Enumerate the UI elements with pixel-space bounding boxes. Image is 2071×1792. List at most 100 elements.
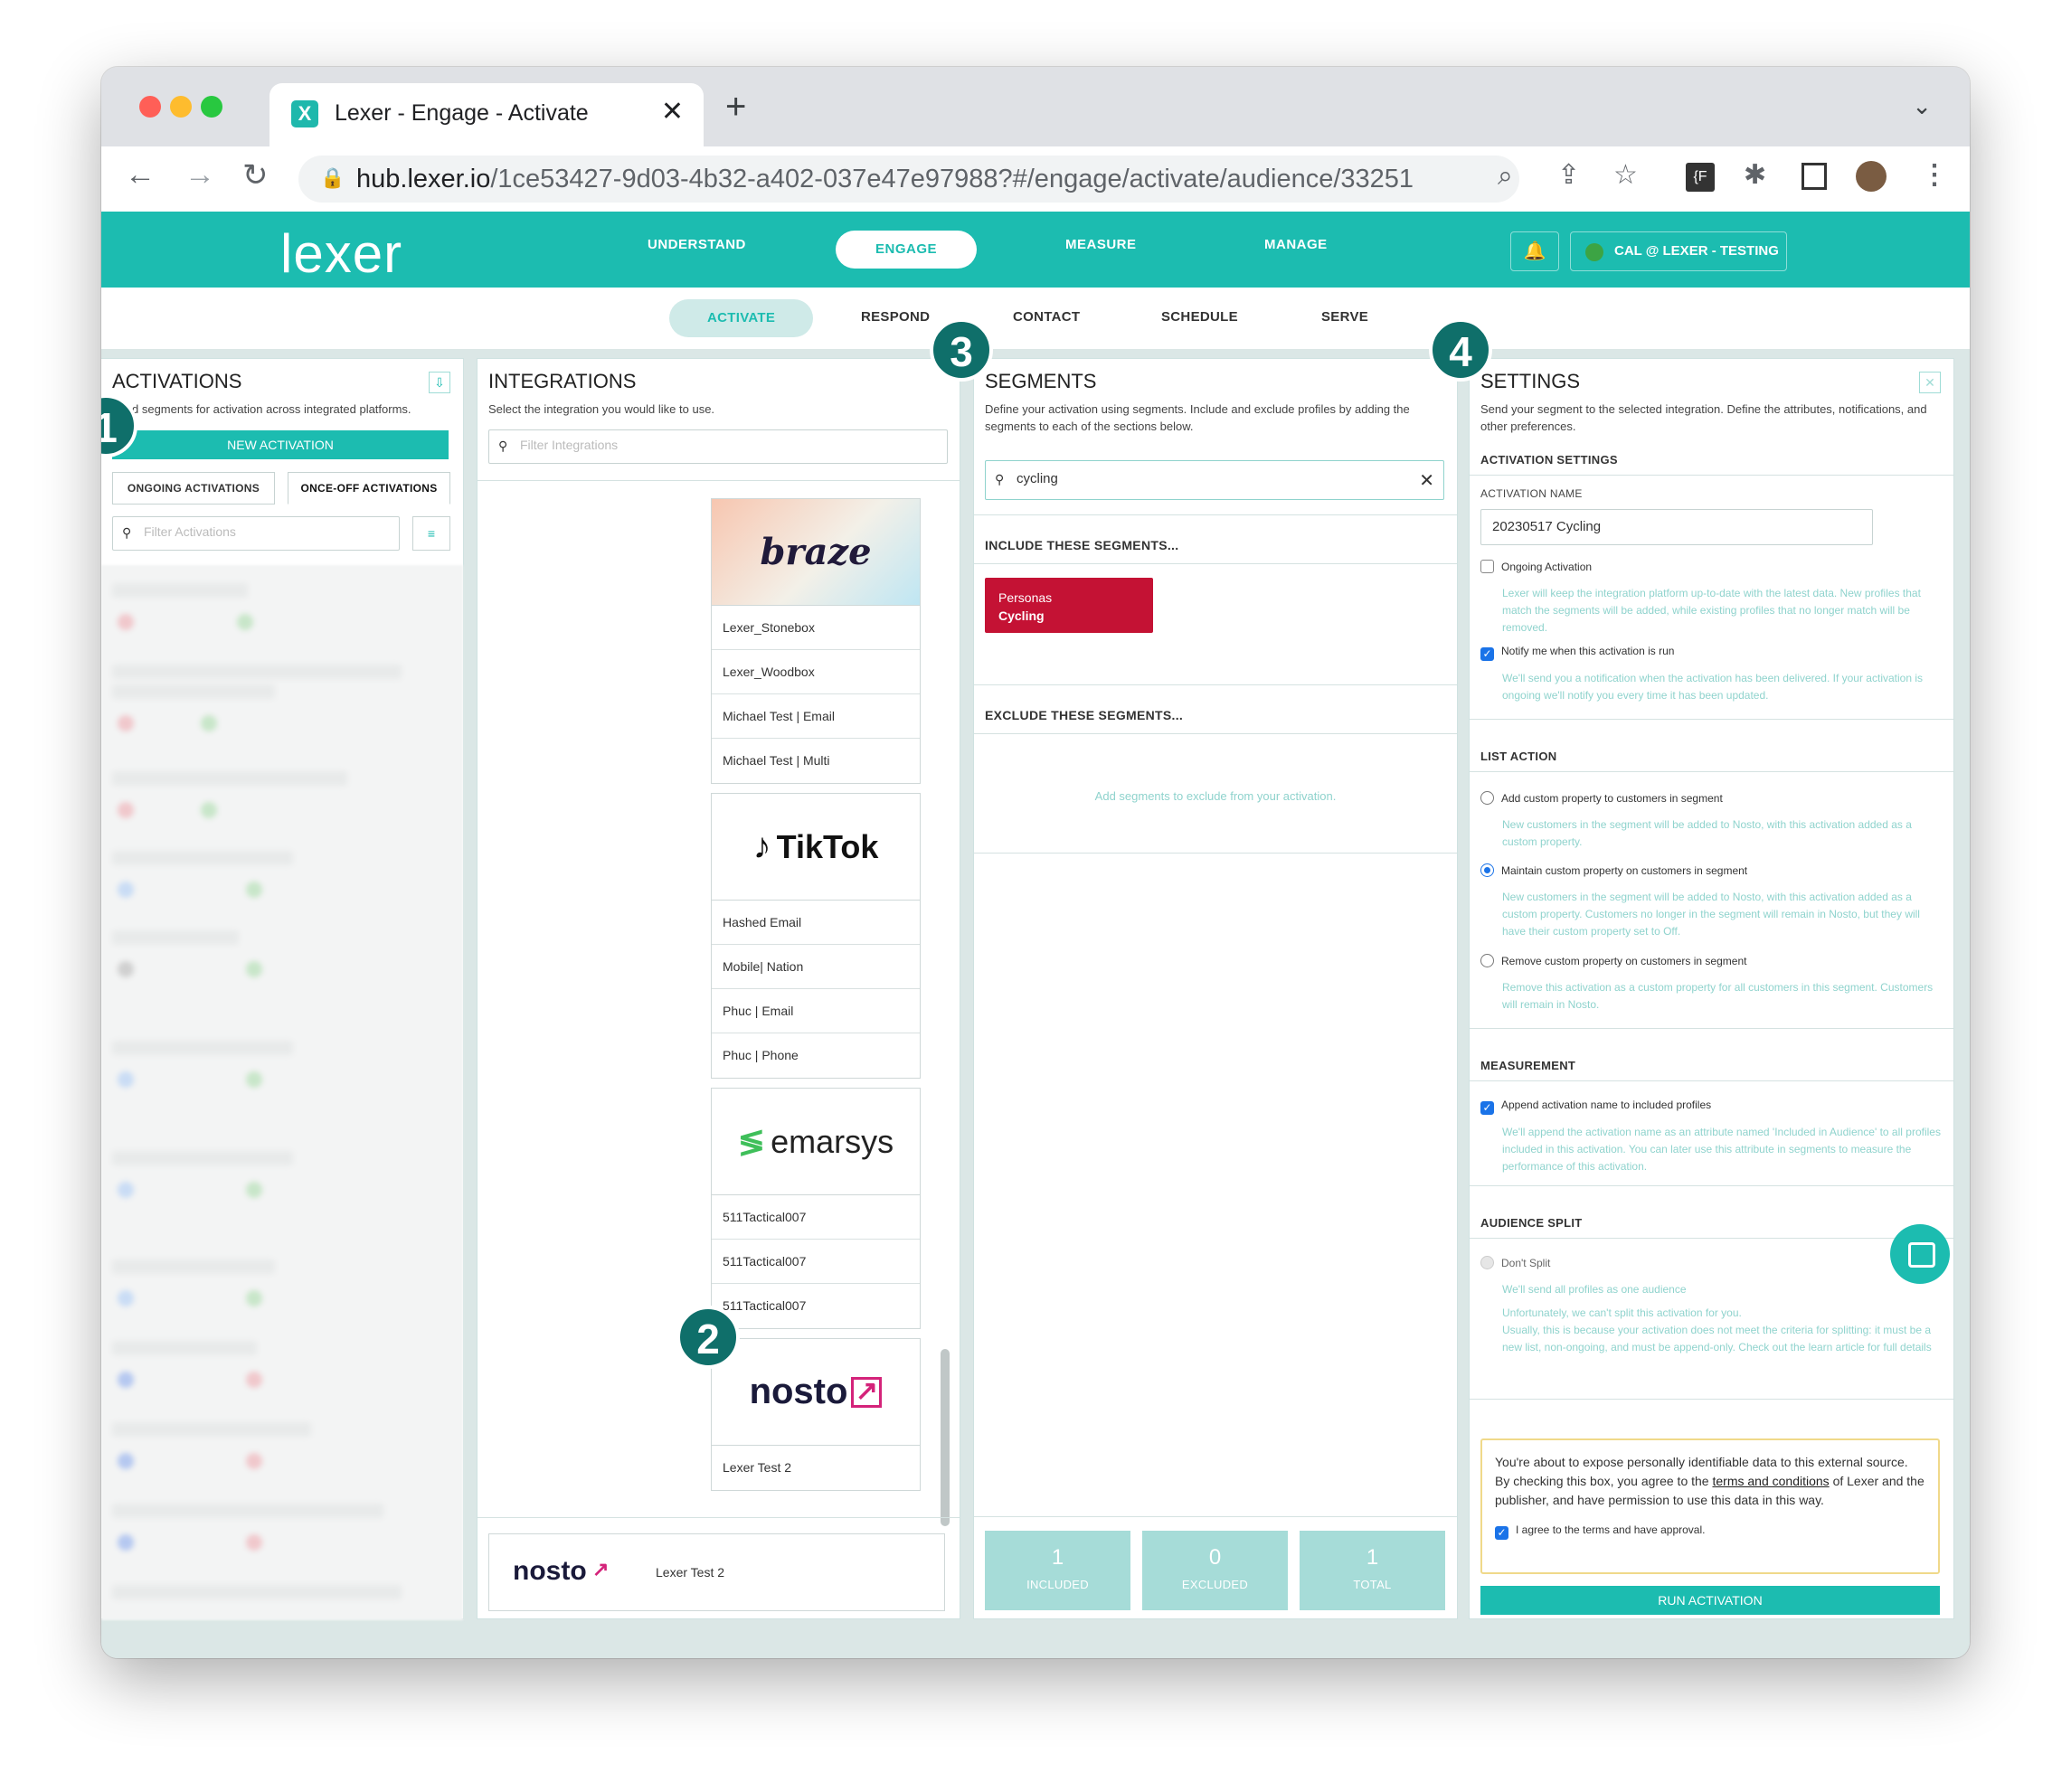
segment-search-field[interactable] — [1017, 471, 1383, 486]
back-arrow-icon[interactable]: ← — [125, 157, 156, 193]
minimize-window-button[interactable] — [170, 96, 192, 118]
browser-menu-icon[interactable]: ⋮ — [1921, 159, 1948, 191]
tab-once-off-activations[interactable]: ONCE-OFF ACTIVATIONS — [288, 472, 450, 505]
integrations-title: INTEGRATIONS — [488, 370, 637, 392]
address-bar[interactable]: 🔒 hub.lexer.io/1ce53427-9d03-4b32-a402-0… — [298, 156, 1519, 203]
integration-row[interactable]: Phuc | Phone — [712, 1033, 920, 1078]
nav-manage[interactable]: MANAGE — [1264, 237, 1328, 252]
clear-search-icon[interactable]: ✕ — [1419, 469, 1434, 492]
integration-row[interactable]: Lexer Test 2 — [712, 1446, 920, 1490]
close-settings-icon[interactable]: ✕ — [1919, 372, 1941, 393]
filter-integrations-field[interactable] — [520, 438, 886, 452]
integration-row[interactable]: Michael Test | Multi — [712, 739, 920, 783]
url-text: hub.lexer.io/1ce53427-9d03-4b32-a402-037… — [356, 165, 1414, 193]
activation-name-label: ACTIVATION NAME — [1480, 487, 1583, 500]
extensions-puzzle-icon[interactable]: ✱ — [1744, 159, 1766, 191]
integrations-description: Select the integration you would like to… — [488, 402, 715, 416]
filter-options-icon[interactable]: ≡ — [412, 516, 450, 551]
selected-nosto-logo: nosto — [513, 1556, 587, 1586]
append-name-help: We'll append the activation name as an a… — [1502, 1126, 1941, 1173]
tab-ongoing-activations[interactable]: ONGOING ACTIVATIONS — [112, 472, 275, 505]
blurred-activation-list — [101, 565, 463, 1620]
share-icon[interactable]: ⇪ — [1557, 159, 1580, 191]
notify-option[interactable]: ✓ Notify me when this activation is run — [1480, 645, 1674, 661]
remove-property-option[interactable]: Remove custom property on customers in s… — [1480, 954, 1746, 967]
top-navigation: lexer UNDERSTAND ENGAGE MEASURE MANAGE 🔔… — [101, 212, 1970, 288]
step-badge-2: 2 — [676, 1306, 740, 1369]
settings-description: Send your segment to the selected integr… — [1480, 402, 1927, 433]
chat-support-icon[interactable] — [1890, 1224, 1950, 1284]
close-window-button[interactable] — [139, 96, 161, 118]
split-help-1: We'll send all profiles as one audience — [1502, 1283, 1687, 1296]
integration-row[interactable]: 511Tactical007 — [712, 1284, 920, 1328]
new-tab-button[interactable]: + — [725, 87, 746, 127]
sub-navigation: ACTIVATE RESPOND CONTACT SCHEDULE SERVE — [101, 288, 1970, 349]
account-menu[interactable]: CAL @ LEXER - TESTING — [1570, 231, 1787, 271]
bookmark-star-icon[interactable]: ☆ — [1613, 159, 1638, 191]
integration-row[interactable]: Lexer_Woodbox — [712, 650, 920, 694]
append-name-option[interactable]: ✓ Append activation name to included prof… — [1480, 1099, 1711, 1115]
maintain-property-radio[interactable] — [1480, 863, 1494, 877]
subnav-respond[interactable]: RESPOND — [861, 309, 930, 325]
integration-card-emarsys[interactable]: ≶ emarsys 511Tactical007 511Tactical007 … — [711, 1088, 921, 1329]
reload-icon[interactable]: ↻ — [242, 157, 269, 193]
agree-checkbox[interactable]: ✓ — [1495, 1526, 1508, 1540]
zoom-icon[interactable]: ⌕ — [1498, 161, 1513, 192]
append-name-checkbox[interactable]: ✓ — [1480, 1101, 1494, 1115]
lexer-logo[interactable]: lexer — [280, 222, 402, 285]
add-property-radio[interactable] — [1480, 791, 1494, 805]
profile-avatar[interactable] — [1856, 161, 1887, 192]
activation-name-field[interactable] — [1492, 519, 1805, 534]
download-icon[interactable]: ⇩ — [429, 372, 450, 393]
subnav-activate[interactable]: ACTIVATE — [669, 299, 814, 337]
filter-activations-input[interactable]: ⚲ — [112, 516, 400, 551]
tab-search-chevron-icon[interactable]: ⌄ — [1912, 92, 1932, 120]
forward-arrow-icon[interactable]: → — [184, 157, 215, 193]
integration-row[interactable]: Michael Test | Email — [712, 694, 920, 739]
notifications-bell-icon[interactable]: 🔔 — [1510, 231, 1559, 271]
new-activation-button[interactable]: NEW ACTIVATION — [112, 430, 449, 459]
integration-row[interactable]: Hashed Email — [712, 901, 920, 945]
subnav-serve[interactable]: SERVE — [1321, 309, 1368, 325]
integration-card-nosto[interactable]: nosto ↗ Lexer Test 2 — [711, 1338, 921, 1491]
step-badge-4: 4 — [1429, 318, 1492, 382]
add-property-option[interactable]: Add custom property to customers in segm… — [1480, 791, 1723, 805]
side-panel-icon[interactable] — [1801, 163, 1827, 190]
segment-search-input[interactable]: ⚲ ✕ — [985, 460, 1444, 500]
agree-option[interactable]: ✓ I agree to the terms and have approval. — [1495, 1521, 1925, 1540]
segments-description: Define your activation using segments. I… — [985, 402, 1410, 433]
segment-chip-personas-cycling[interactable]: Personas Cycling — [985, 578, 1153, 633]
subnav-contact[interactable]: CONTACT — [1013, 309, 1080, 325]
activation-name-input[interactable] — [1480, 509, 1873, 545]
integrations-scrollbar[interactable] — [941, 1349, 950, 1526]
maximize-window-button[interactable] — [201, 96, 222, 118]
subnav-schedule[interactable]: SCHEDULE — [1161, 309, 1238, 325]
ongoing-help: Lexer will keep the integration platform… — [1502, 587, 1921, 634]
nav-engage[interactable]: ENGAGE — [836, 231, 978, 269]
tab-close-icon[interactable]: ✕ — [661, 96, 684, 127]
integration-row[interactable]: 511Tactical007 — [712, 1240, 920, 1284]
nav-measure[interactable]: MEASURE — [1065, 237, 1137, 252]
filter-activations-field[interactable] — [144, 524, 373, 539]
integration-row[interactable]: Mobile| Nation — [712, 945, 920, 989]
integration-card-braze[interactable]: braze Lexer_Stonebox Lexer_Woodbox Micha… — [711, 498, 921, 784]
nav-understand[interactable]: UNDERSTAND — [648, 237, 746, 252]
extension-f-icon[interactable]: {F — [1686, 163, 1715, 192]
browser-window: X Lexer - Engage - Activate ✕ + ⌄ ← → ↻ … — [101, 67, 1970, 1658]
terms-link[interactable]: terms and conditions — [1712, 1474, 1829, 1488]
maintain-property-option[interactable]: Maintain custom property on customers in… — [1480, 863, 1747, 877]
integration-row[interactable]: Phuc | Email — [712, 989, 920, 1033]
segments-title: SEGMENTS — [985, 370, 1097, 392]
segments-panel: SEGMENTS Define your activation using se… — [973, 358, 1458, 1619]
browser-tab[interactable]: X Lexer - Engage - Activate ✕ — [270, 83, 704, 146]
remove-property-radio[interactable] — [1480, 954, 1494, 967]
integration-card-tiktok[interactable]: ♪ TikTok Hashed Email Mobile| Nation Phu… — [711, 793, 921, 1079]
notify-checkbox[interactable]: ✓ — [1480, 647, 1494, 661]
run-activation-button[interactable]: RUN ACTIVATION — [1480, 1586, 1940, 1615]
integration-row[interactable]: Lexer_Stonebox — [712, 606, 920, 650]
integration-row[interactable]: 511Tactical007 — [712, 1195, 920, 1240]
ongoing-activation-option[interactable]: Ongoing Activation — [1480, 560, 1592, 573]
audience-split-heading: AUDIENCE SPLIT — [1480, 1216, 1583, 1230]
filter-integrations-input[interactable]: ⚲ — [488, 429, 948, 464]
ongoing-checkbox[interactable] — [1480, 560, 1494, 573]
